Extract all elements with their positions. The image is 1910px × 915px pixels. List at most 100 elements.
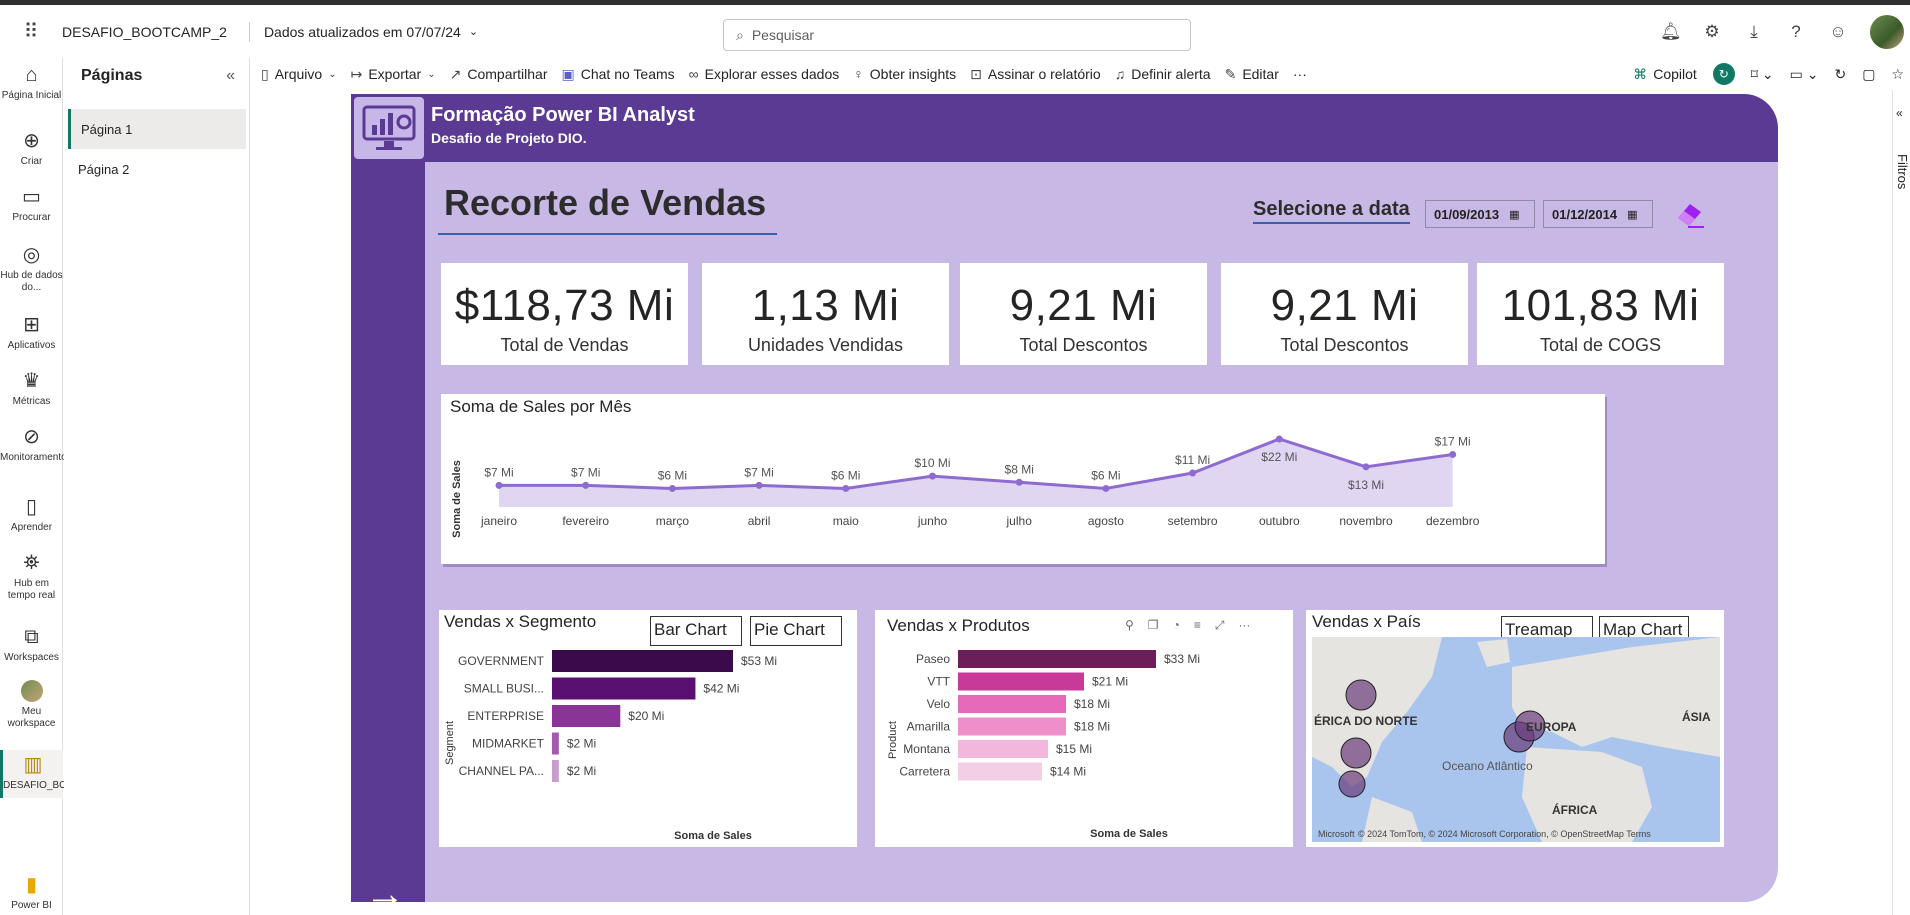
rail-data-hub[interactable]: ◎ Hub de dados do...	[0, 244, 63, 294]
search-placeholder: Pesquisar	[751, 27, 815, 43]
refresh-icon[interactable]: ↻	[1834, 66, 1846, 83]
x-axis-label: Soma de Sales	[1090, 828, 1168, 840]
view-icon[interactable]: ▭ ⌄	[1790, 66, 1819, 83]
pages-pane: Páginas « Página 1 Página 2	[64, 58, 250, 915]
export-icon: ↦	[350, 65, 363, 82]
pencil-icon: ✎	[1224, 65, 1237, 82]
rail-monitoring[interactable]: ⊘ Monitoramento	[0, 426, 67, 464]
bar	[958, 740, 1048, 758]
data-point	[842, 484, 850, 492]
x-tick-label: julho	[1006, 514, 1033, 528]
bookmark-icon[interactable]: ⌑ ⌄	[1751, 66, 1774, 83]
rail-powerbi[interactable]: ▮ Power BI	[0, 874, 63, 912]
map-bubble[interactable]	[1345, 679, 1377, 711]
map-bubble[interactable]	[1340, 737, 1372, 769]
arrow-right-icon[interactable]: →	[365, 872, 405, 902]
bar	[958, 672, 1084, 691]
page-item-2[interactable]: Página 2	[68, 149, 246, 189]
page-title: Recorte de Vendas	[444, 182, 767, 223]
data-point	[1015, 478, 1023, 486]
teams-chat-button[interactable]: ▣ Chat no Teams	[562, 66, 675, 83]
data-point	[668, 484, 676, 492]
rail-workspaces[interactable]: ⧉ Workspaces	[0, 626, 63, 664]
avatar[interactable]	[1870, 15, 1904, 49]
date-end-input[interactable]: 01/12/2014 ▦	[1543, 200, 1653, 228]
collapse-icon[interactable]: «	[226, 67, 235, 85]
download-icon[interactable]: ⤓	[1744, 22, 1764, 42]
help-icon[interactable]: ?	[1786, 22, 1806, 42]
bar	[552, 760, 559, 782]
edit-button[interactable]: ✎ Editar	[1225, 66, 1279, 83]
rail-my-workspace[interactable]: Meu workspace	[0, 680, 63, 730]
trophy-icon: ♛	[22, 370, 41, 392]
y-axis-label: Product	[887, 721, 899, 759]
gear-icon[interactable]: ⚙	[1702, 22, 1722, 42]
map-bubble[interactable]	[1338, 770, 1366, 798]
share-button[interactable]: ↗ Compartilhar	[450, 66, 548, 83]
kpi-card-total-sales: $118,73 Mi Total de Vendas	[441, 263, 688, 365]
share-people-icon[interactable]: ☺	[1828, 22, 1848, 42]
report-page: Formação Power BI Analyst Desafio de Pro…	[351, 94, 1778, 902]
comment-icon[interactable]: ▢	[1862, 66, 1875, 83]
rail-create[interactable]: ⊕ Criar	[0, 130, 63, 168]
date-start-input[interactable]: 01/09/2013 ▦	[1425, 200, 1535, 228]
search-icon: ⌕	[736, 26, 744, 43]
chart-title: Vendas x País	[1312, 612, 1421, 631]
product-chart-card[interactable]: Vendas x Produtos ⚲ ❐ ◔ ≡ ⤢ ··· Product …	[875, 610, 1293, 847]
more-options-button[interactable]: ···	[1293, 66, 1307, 82]
rail-metrics[interactable]: ♛ Métricas	[0, 370, 63, 408]
monthly-sales-chart-card[interactable]: Soma de Sales por Mês Soma de Sales $7 M…	[441, 394, 1605, 564]
rail-home[interactable]: ⌂ Página Inicial	[0, 64, 63, 102]
expand-icon[interactable]: «	[1896, 106, 1903, 120]
rail-apps[interactable]: ⊞ Aplicativos	[0, 314, 63, 352]
bar	[552, 677, 696, 700]
eraser-icon[interactable]	[1674, 198, 1704, 228]
category-label: Amarilla	[907, 720, 951, 734]
country-chart-card[interactable]: Vendas x País Treamap Map Chart ÉRICA DO…	[1306, 610, 1724, 847]
left-nav-rail: ⌂ Página Inicial ⊕ Criar ▭ Procurar ◎ Hub de…	[0, 58, 117, 915]
explore-data-button[interactable]: ∞ Explorar esses dados	[689, 66, 840, 82]
microsoft-logo: Microsoft	[1318, 829, 1355, 839]
segment-chart-card[interactable]: Vendas x Segmento Bar Chart Pie Chart Se…	[439, 610, 857, 847]
bell-icon: ♫	[1114, 66, 1126, 82]
file-menu-button[interactable]: ▯ Arquivo ⌄	[261, 66, 337, 83]
data-label: $6 Mi	[1091, 468, 1120, 482]
search-input[interactable]: ⌕ Pesquisar	[723, 19, 1191, 51]
rail-learn[interactable]: ▯ Aprender	[0, 496, 63, 534]
kpi-card-discounts-2: 9,21 Mi Total Descontos	[1221, 263, 1468, 365]
subscribe-button[interactable]: ⊡ Assinar o relatório	[970, 66, 1101, 83]
data-updated-dropdown[interactable]: Dados atualizados em 07/07/24 ⌄	[264, 24, 478, 40]
category-label: Montana	[903, 742, 950, 756]
category-label: ENTERPRISE	[467, 709, 544, 723]
x-tick-label: março	[656, 514, 690, 528]
refresh-status-icon[interactable]: ↻	[1712, 63, 1735, 85]
rail-browse[interactable]: ▭ Procurar	[0, 186, 63, 224]
divider	[438, 233, 777, 235]
calendar-icon: ▦	[1509, 208, 1520, 221]
rail-realtime-hub[interactable]: ⛯ Hub em tempo real	[0, 552, 63, 602]
waffle-icon[interactable]: ⠿	[0, 19, 62, 44]
page-item-1[interactable]: Página 1	[68, 109, 246, 149]
rail-current-report[interactable]: ▥ DESAFIO_BOOTCAMP...	[0, 750, 117, 798]
export-menu-button[interactable]: ↦ Exportar ⌄	[351, 66, 436, 83]
data-point	[755, 481, 763, 489]
chevron-down-icon: ⌄	[328, 68, 337, 80]
filters-label: Filtros	[1895, 154, 1910, 190]
kpi-card-cogs: 101,83 Mi Total de COGS	[1477, 263, 1724, 365]
set-alert-button[interactable]: ♫ Definir alerta	[1115, 66, 1211, 82]
report-title: Formação Power BI Analyst	[431, 104, 695, 126]
insights-button[interactable]: ♀ Obter insights	[853, 66, 956, 82]
copilot-button[interactable]: ⌘ Copilot	[1633, 66, 1697, 83]
data-label: $53 Mi	[741, 654, 777, 668]
app-title[interactable]: DESAFIO_BOOTCAMP_2	[62, 24, 227, 40]
x-tick-label: outubro	[1259, 514, 1300, 528]
share-icon: ↗	[449, 65, 462, 82]
filters-pane-collapsed[interactable]: « Filtros	[1892, 90, 1910, 915]
file-icon: ▯	[261, 65, 269, 82]
world-map[interactable]: ÉRICA DO NORTE EUROPA ÁSIA Oceano Atlânt…	[1312, 637, 1720, 842]
favorite-icon[interactable]: ☆	[1891, 66, 1904, 83]
data-hub-icon: ◎	[22, 244, 41, 266]
bar	[958, 650, 1156, 668]
toolbar-right: ⌘ Copilot ↻ ⌑ ⌄ ▭ ⌄ ↻ ▢ ☆	[1633, 58, 1910, 90]
bell-icon[interactable]: 🔔︎	[1660, 22, 1682, 42]
